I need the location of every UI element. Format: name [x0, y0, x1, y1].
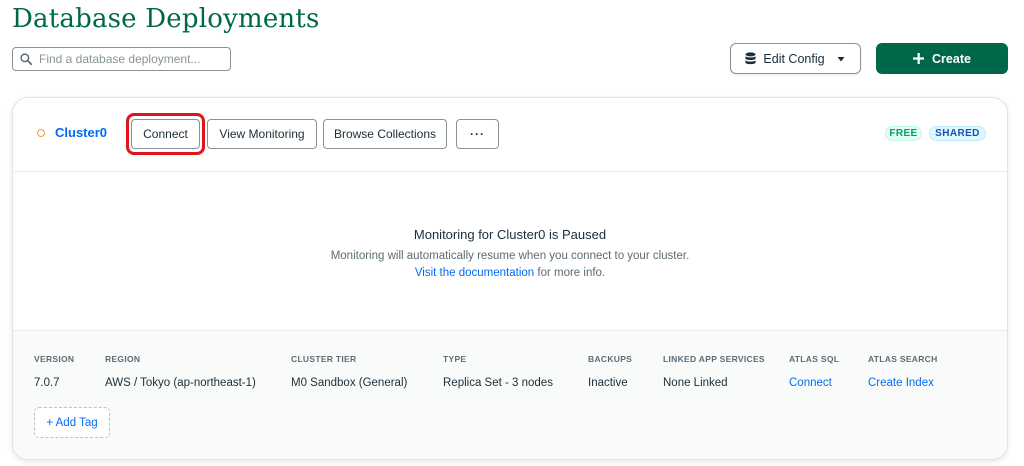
monitoring-paused-title: Monitoring for Cluster0 is Paused	[413, 227, 607, 242]
detail-value: None Linked	[663, 377, 728, 389]
detail-label: VERSION	[34, 354, 75, 364]
cluster-card-header: Cluster0 Connect View Monitoring Browse …	[13, 98, 1007, 172]
more-options-button[interactable]: ···	[456, 119, 499, 149]
shared-badge: SHARED	[929, 126, 986, 141]
detail-atlas-sql: ATLAS SQL Connect	[789, 354, 839, 389]
connect-button[interactable]: Connect	[131, 119, 200, 149]
detail-label: TYPE	[443, 354, 467, 364]
detail-value: Replica Set - 3 nodes	[443, 377, 553, 389]
detail-atlas-search: ATLAS SEARCH Create Index	[868, 354, 938, 389]
monitoring-paused-panel: Monitoring for Cluster0 is Paused Monito…	[13, 172, 1007, 330]
monitoring-paused-description: Monitoring will automatically resume whe…	[330, 250, 690, 262]
search-icon	[20, 53, 32, 65]
detail-value: 7.0.7	[34, 377, 60, 389]
create-button[interactable]: Create	[876, 43, 1008, 74]
cluster-card: Cluster0 Connect View Monitoring Browse …	[12, 97, 1008, 460]
plus-icon	[913, 53, 925, 64]
browse-collections-button[interactable]: Browse Collections	[323, 119, 447, 149]
detail-backups: BACKUPS Inactive	[588, 354, 632, 389]
search-box[interactable]	[12, 47, 231, 71]
edit-config-button[interactable]: Edit Config	[730, 43, 861, 74]
cluster-details: VERSION 7.0.7 REGION AWS / Tokyo (ap-nor…	[13, 330, 1007, 459]
detail-version: VERSION 7.0.7	[34, 354, 74, 389]
search-input[interactable]	[39, 52, 219, 66]
detail-region: REGION AWS / Tokyo (ap-northeast-1)	[105, 354, 256, 389]
atlas-sql-connect-link[interactable]: Connect	[789, 377, 839, 389]
detail-value: Inactive	[588, 377, 628, 389]
view-monitoring-button[interactable]: View Monitoring	[207, 119, 317, 149]
detail-label: ATLAS SEARCH	[868, 354, 938, 364]
edit-config-label: Edit Config	[763, 51, 825, 66]
create-index-link[interactable]: Create Index	[868, 377, 938, 389]
documentation-link[interactable]: Visit the documentation	[415, 267, 534, 279]
detail-value: AWS / Tokyo (ap-northeast-1)	[105, 377, 256, 389]
detail-linked-app-services: LINKED APP SERVICES None Linked	[663, 354, 765, 389]
monitoring-doc-line: Visit the documentation for more info.	[13, 267, 1007, 279]
detail-value: M0 Sandbox (General)	[291, 377, 408, 389]
add-tag-button[interactable]: + Add Tag	[34, 407, 110, 438]
detail-label: CLUSTER TIER	[291, 354, 357, 364]
detail-label: ATLAS SQL	[789, 354, 840, 364]
caret-down-icon	[837, 56, 845, 61]
detail-label: BACKUPS	[588, 354, 633, 364]
free-badge: FREE	[885, 126, 922, 141]
create-label: Create	[932, 51, 971, 66]
detail-type: TYPE Replica Set - 3 nodes	[443, 354, 553, 389]
detail-cluster-tier: CLUSTER TIER M0 Sandbox (General)	[291, 354, 407, 389]
documentation-suffix: for more info.	[534, 267, 606, 279]
database-icon	[745, 52, 756, 65]
page-title: Database Deployments	[12, 4, 320, 34]
cluster-status-icon	[37, 129, 45, 137]
cluster-name-link[interactable]: Cluster0	[55, 125, 107, 140]
detail-label: LINKED APP SERVICES	[663, 354, 765, 364]
detail-label: REGION	[105, 354, 141, 364]
